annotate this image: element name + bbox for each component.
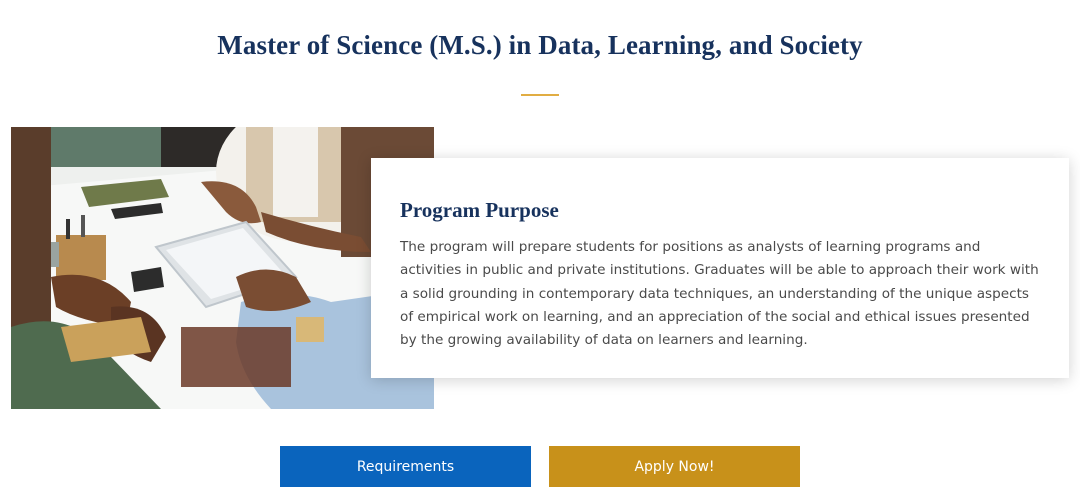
- requirements-button[interactable]: Requirements: [280, 446, 531, 487]
- card-heading: Program Purpose: [400, 198, 559, 222]
- apply-now-button[interactable]: Apply Now!: [549, 446, 800, 487]
- page: Master of Science (M.S.) in Data, Learni…: [0, 0, 1080, 503]
- page-title: Master of Science (M.S.) in Data, Learni…: [217, 30, 863, 60]
- card-body-text: The program will prepare students for po…: [400, 239, 1039, 349]
- title-divider: [521, 94, 559, 96]
- program-purpose-card: Program Purpose The program will prepare…: [371, 158, 1069, 378]
